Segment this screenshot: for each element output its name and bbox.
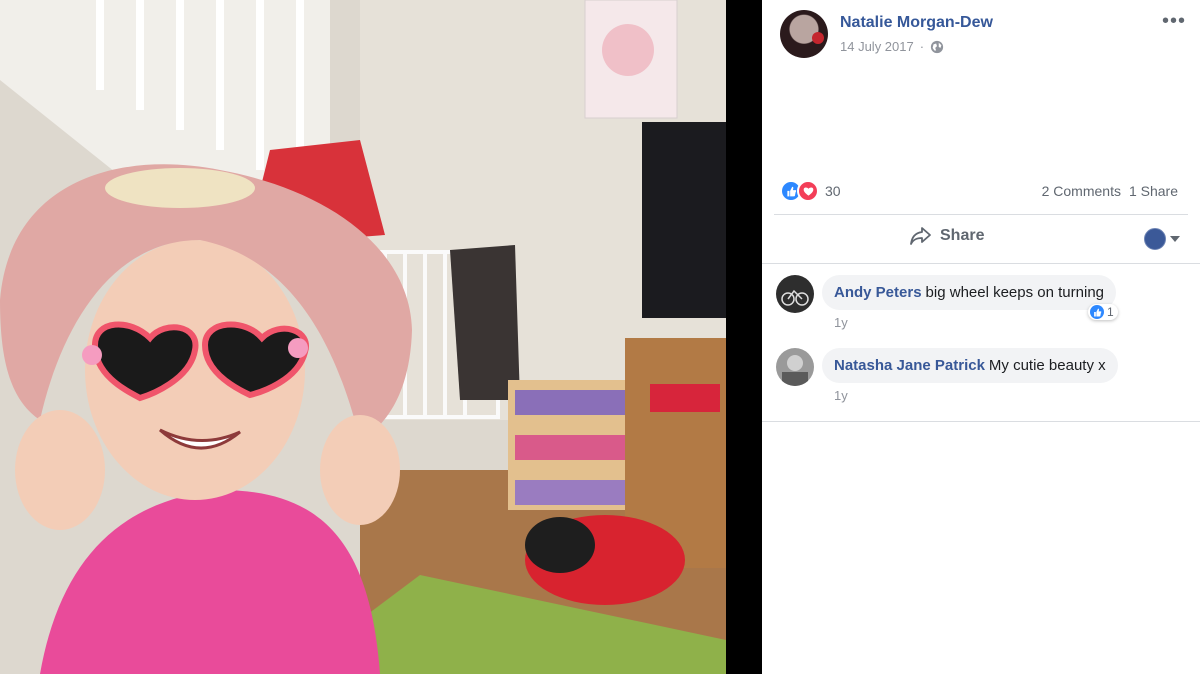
divider — [774, 214, 1188, 215]
author-name[interactable]: Natalie Morgan-Dew — [840, 14, 993, 32]
commenter-name[interactable]: Andy Peters — [834, 284, 922, 301]
share-button[interactable]: Share — [910, 226, 984, 246]
share-arrow-icon — [910, 227, 931, 245]
love-reaction-icon — [797, 180, 819, 202]
comment-text: big wheel keeps on turning — [925, 284, 1105, 301]
reaction-summary[interactable]: 30 — [780, 180, 841, 202]
comment-like-badge[interactable]: 1 — [1088, 304, 1118, 320]
viewer-divider — [726, 0, 762, 674]
post-photo[interactable] — [0, 0, 726, 674]
comment-text: My cutie beauty x — [988, 357, 1106, 374]
comment-bubble: Andy Peters big wheel keeps on turning — [822, 275, 1117, 310]
commenter-name[interactable]: Natasha Jane Patrick — [834, 357, 985, 374]
ellipsis-icon[interactable]: ••• — [1162, 10, 1186, 33]
share-label: Share — [940, 227, 985, 244]
reaction-count: 30 — [825, 183, 841, 199]
comments-count[interactable]: 2 Comments — [1042, 183, 1121, 199]
shares-count[interactable]: 1 Share — [1129, 183, 1178, 199]
post-meta: 14 July 2017 · — [840, 39, 944, 54]
audience-selector[interactable] — [1144, 228, 1180, 250]
post-date[interactable]: 14 July 2017 — [840, 39, 914, 54]
comment-bubble: Natasha Jane Patrick My cutie beauty x — [822, 348, 1118, 383]
commenter-avatar[interactable] — [776, 275, 814, 313]
comment-like-count: 1 — [1107, 305, 1114, 319]
divider — [762, 263, 1200, 264]
comment-time[interactable]: 1y — [834, 315, 848, 330]
author-avatar[interactable] — [780, 10, 828, 58]
divider — [762, 421, 1200, 422]
chevron-down-icon — [1170, 236, 1180, 242]
commenter-avatar[interactable] — [776, 348, 814, 386]
page-avatar-icon — [1144, 228, 1166, 250]
like-icon — [1090, 305, 1104, 319]
engagement-counts: 2 Comments 1 Share — [1042, 183, 1178, 199]
post-side-panel: Natalie Morgan-Dew 14 July 2017 · ••• 30… — [762, 0, 1200, 674]
comment-time[interactable]: 1y — [834, 388, 848, 403]
photo-image — [0, 0, 726, 674]
globe-icon[interactable] — [930, 40, 944, 54]
